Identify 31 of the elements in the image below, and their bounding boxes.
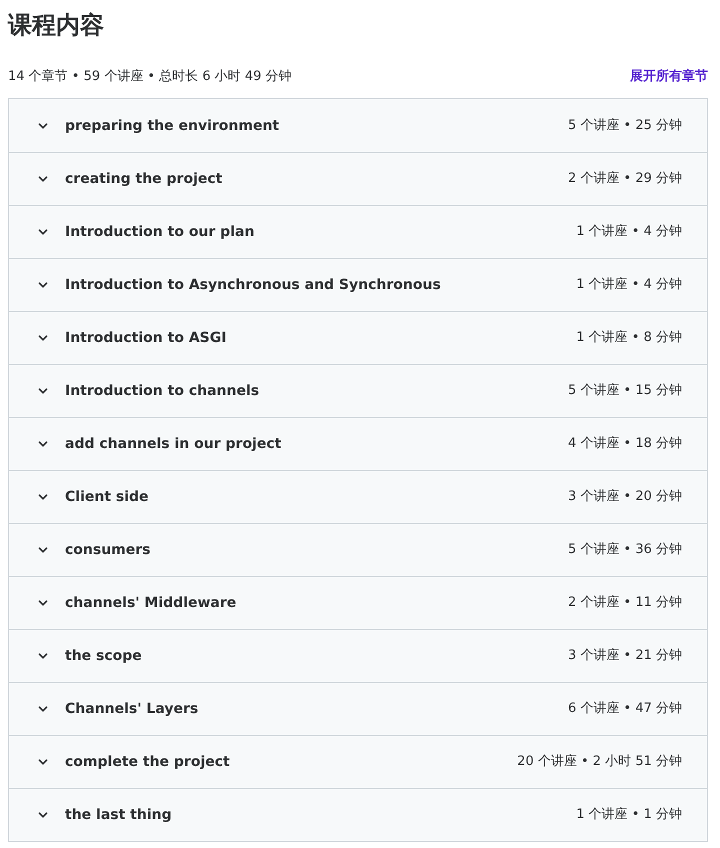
section-meta: 5 个讲座 • 25 分钟: [568, 116, 682, 134]
section-title: consumers: [65, 541, 151, 560]
section-meta: 2 个讲座 • 11 分钟: [568, 594, 682, 612]
section-title: complete the project: [65, 753, 230, 772]
course-summary: 14 个章节 • 59 个讲座 • 总时长 6 小时 49 分钟: [8, 68, 292, 86]
section-heading: 课程内容: [8, 10, 104, 41]
section-meta: 1 个讲座 • 1 分钟: [576, 806, 682, 824]
section-title: Channels' Layers: [65, 700, 198, 719]
section-title: the scope: [65, 647, 142, 666]
section-title: add channels in our project: [65, 435, 282, 454]
section-title: the last thing: [65, 806, 172, 825]
section-meta: 6 个讲座 • 47 分钟: [568, 700, 682, 718]
section-title: Introduction to Asynchronous and Synchronous: [65, 276, 441, 295]
section-meta: 5 个讲座 • 15 分钟: [568, 382, 682, 400]
section-title: creating the project: [65, 170, 222, 189]
section-meta: 3 个讲座 • 20 分钟: [568, 488, 682, 506]
section-meta: 1 个讲座 • 4 分钟: [576, 223, 682, 241]
section-meta: 20 个讲座 • 2 小时 51 分钟: [517, 753, 682, 771]
section-title: Client side: [65, 488, 149, 507]
expand-all-link[interactable]: 展开所有章节: [630, 67, 708, 87]
section-title: channels' Middleware: [65, 594, 236, 613]
section-title: Introduction to our plan: [65, 223, 254, 242]
section-meta: 5 个讲座 • 36 分钟: [568, 541, 682, 559]
section-title: preparing the environment: [65, 116, 280, 136]
section-meta: 2 个讲座 • 29 分钟: [568, 170, 682, 188]
section-meta: 4 个讲座 • 18 分钟: [568, 435, 682, 453]
section-title: Introduction to channels: [65, 382, 260, 401]
section-meta: 1 个讲座 • 8 分钟: [576, 329, 682, 347]
section-meta: 1 个讲座 • 4 分钟: [576, 276, 682, 294]
section-title: Introduction to ASGI: [65, 329, 226, 348]
section-meta: 3 个讲座 • 21 分钟: [568, 647, 682, 665]
